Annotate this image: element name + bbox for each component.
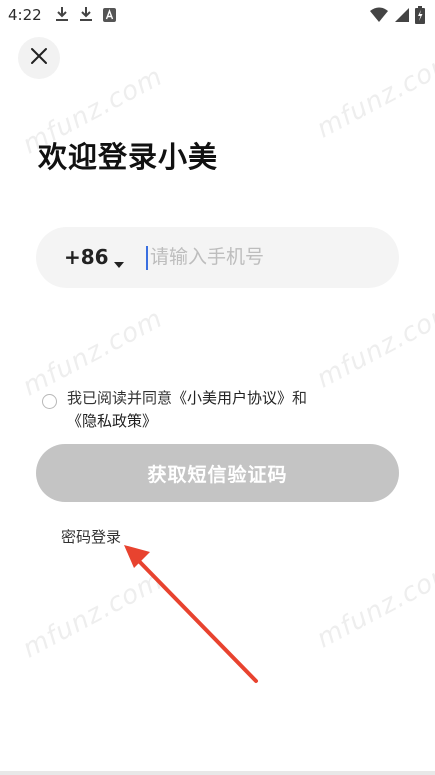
status-time: 4:22 xyxy=(8,6,42,24)
watermark: mfunz.com xyxy=(311,295,435,395)
password-login-link[interactable]: 密码登录 xyxy=(61,526,121,547)
watermark: mfunz.com xyxy=(17,565,168,665)
country-code-selector[interactable]: +86 xyxy=(64,245,109,269)
page-title: 欢迎登录小美 xyxy=(38,140,219,174)
battery-charging-icon xyxy=(415,6,425,28)
agreement-prefix: 我已阅读并同意 xyxy=(67,389,173,407)
download-icon xyxy=(79,6,93,26)
agreement-checkbox[interactable] xyxy=(42,394,57,409)
close-icon xyxy=(30,47,48,69)
phone-number-input[interactable] xyxy=(150,239,385,275)
status-bar: 4:22 xyxy=(0,0,435,32)
get-sms-code-label: 获取短信验证码 xyxy=(147,463,288,486)
agreement-text: 我已阅读并同意《小美用户协议》和《隐私政策》 xyxy=(67,387,397,433)
a-keyboard-icon xyxy=(103,7,116,26)
agreement-and: 和 xyxy=(292,389,308,407)
download-icon xyxy=(55,6,69,26)
caret-down-icon[interactable] xyxy=(114,254,124,273)
watermark: mfunz.com xyxy=(311,555,435,655)
privacy-policy-link[interactable]: 《隐私政策》 xyxy=(67,412,157,430)
bottom-edge xyxy=(0,771,435,775)
text-cursor xyxy=(146,246,148,270)
wifi-icon xyxy=(370,7,388,27)
signal-icon xyxy=(394,7,409,27)
user-agreement-link[interactable]: 《小美用户协议》 xyxy=(172,389,292,407)
close-button[interactable] xyxy=(18,37,60,79)
watermark: mfunz.com xyxy=(311,45,435,145)
phone-input-box: +86 xyxy=(36,227,399,288)
get-sms-code-button[interactable]: 获取短信验证码 xyxy=(36,444,399,502)
status-icons-left xyxy=(55,6,116,26)
status-icons-right xyxy=(370,6,425,28)
